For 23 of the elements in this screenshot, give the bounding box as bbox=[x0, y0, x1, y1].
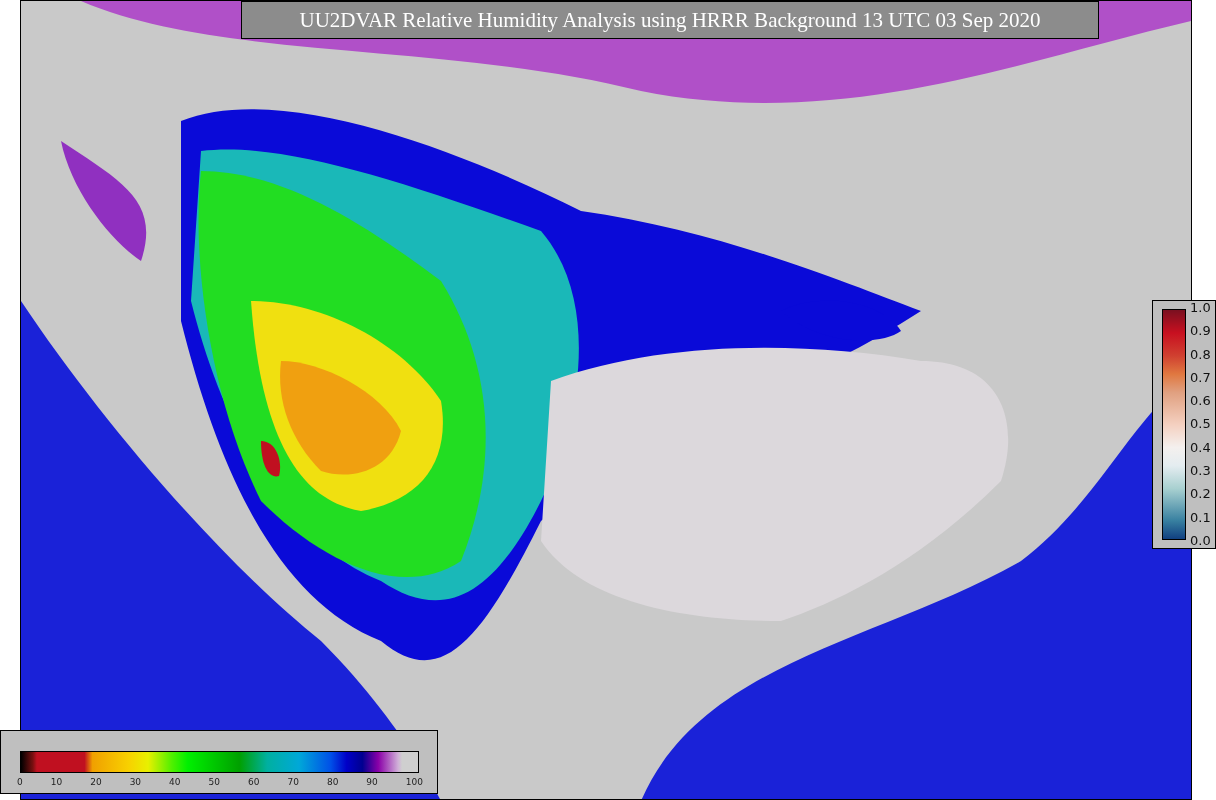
tick-label: 0 bbox=[17, 777, 23, 787]
tick-label: 90 bbox=[366, 777, 378, 787]
tick-label: 80 bbox=[326, 777, 339, 787]
tick-label: 100 bbox=[405, 777, 423, 787]
tick-label: 50 bbox=[208, 777, 220, 787]
tick-label: 60 bbox=[248, 777, 260, 787]
tick-label: 0.4 bbox=[1190, 440, 1211, 455]
tick-label: 0.6 bbox=[1190, 394, 1211, 409]
tick-label: 0.9 bbox=[1190, 324, 1211, 339]
tick-label: 0.0 bbox=[1190, 533, 1211, 548]
tick-label: 20 bbox=[90, 777, 102, 787]
tick-label: 30 bbox=[129, 777, 142, 787]
tick-label: 1.0 bbox=[1190, 301, 1211, 315]
tick-label: 0.2 bbox=[1190, 487, 1211, 502]
tick-label: 0.3 bbox=[1190, 464, 1211, 479]
tick-label: 40 bbox=[169, 777, 181, 787]
tick-label: 0.7 bbox=[1190, 370, 1211, 385]
tick-label: 10 bbox=[50, 777, 63, 787]
tick-label: 0.8 bbox=[1190, 347, 1211, 362]
tick-label: 0.1 bbox=[1190, 510, 1211, 525]
tick-label: 0.5 bbox=[1190, 417, 1211, 432]
map-title: UU2DVAR Relative Humidity Analysis using HRRR Background 13 UTC 03 Sep 2020 bbox=[241, 1, 1099, 39]
tick-label: 70 bbox=[287, 777, 299, 787]
